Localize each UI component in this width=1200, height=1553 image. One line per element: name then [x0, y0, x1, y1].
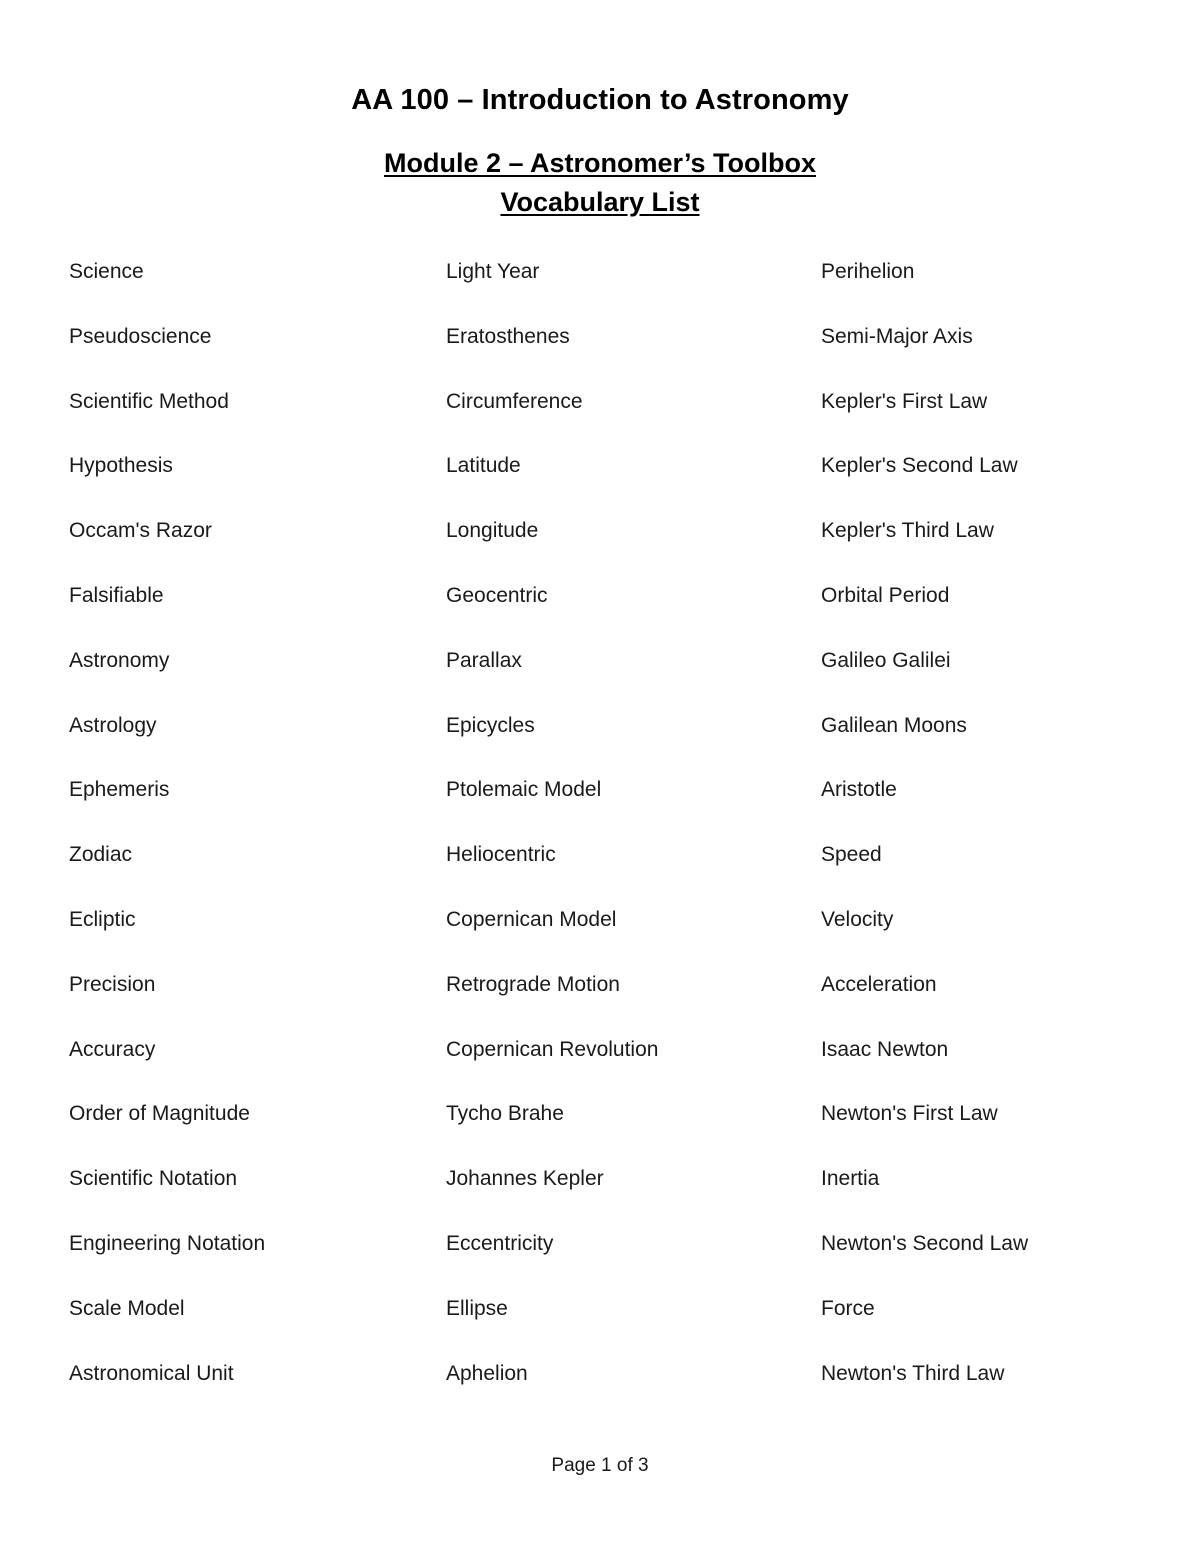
- vocabulary-term: Newton's First Law: [821, 1102, 998, 1126]
- vocabulary-term: Ephemeris: [69, 778, 170, 802]
- page-number-footer: Page 1 of 3: [551, 1455, 649, 1476]
- vocabulary-term: Astronomical Unit: [69, 1361, 234, 1385]
- vocabulary-term: Isaac Newton: [821, 1037, 949, 1061]
- vocabulary-term: Ecliptic: [69, 907, 136, 931]
- vocabulary-term: Orbital Period: [821, 583, 950, 607]
- vocabulary-term: Epicycles: [446, 713, 535, 737]
- vocabulary-term: Light Year: [446, 260, 540, 283]
- vocabulary-term: Circumference: [446, 389, 583, 413]
- vocabulary-term: Zodiac: [69, 843, 133, 867]
- vocabulary-term: Semi-Major Axis: [821, 324, 973, 348]
- vocabulary-term: Longitude: [446, 519, 539, 543]
- vocabulary-term: Galileo Galilei: [821, 648, 951, 672]
- vocabulary-term: Order of Magnitude: [69, 1102, 250, 1126]
- vocabulary-term: Kepler's Third Law: [821, 519, 994, 543]
- document-title: AA 100 – Introduction to Astronomy: [351, 84, 849, 117]
- vocabulary-term: Newton's Third Law: [821, 1361, 1005, 1385]
- vocabulary-term: Accuracy: [69, 1037, 156, 1061]
- vocabulary-term: Astronomy: [69, 648, 170, 672]
- vocabulary-term: Retrograde Motion: [446, 972, 620, 996]
- vocabulary-column-3: Perihelion Semi-Major Axis Kepler's First …: [821, 259, 1191, 1425]
- vocabulary-term: Copernican Revolution: [446, 1037, 659, 1061]
- vocabulary-term: Heliocentric: [446, 843, 556, 867]
- vocabulary-column-1: Science Pseudoscience Scientific Method Hyp…: [69, 259, 439, 1425]
- module-subtitle: Module 2 – Astronomer’s Toolbox: [383, 148, 817, 178]
- vocabulary-term: Science: [69, 260, 144, 283]
- vocabulary-term: Latitude: [446, 454, 521, 478]
- vocabulary-term: Astrology: [69, 713, 157, 737]
- vocabulary-term: Parallax: [446, 648, 522, 672]
- vocabulary-term: Ptolemaic Model: [446, 778, 602, 802]
- vocabulary-term: Aristotle: [821, 778, 897, 802]
- vocabulary-list-subtitle: Vocabulary List: [500, 187, 700, 218]
- vocabulary-grid: Science Pseudoscience Scientific Method Hyp…: [0, 259, 1200, 1399]
- vocabulary-term: Scientific Notation: [69, 1167, 238, 1191]
- vocabulary-term: Newton's Second Law: [821, 1231, 1029, 1255]
- vocabulary-term: Speed: [821, 843, 882, 867]
- vocabulary-term: Galilean Moons: [821, 713, 967, 737]
- vocabulary-term: Eratosthenes: [446, 324, 570, 348]
- vocabulary-term: Geocentric: [446, 583, 548, 607]
- vocabulary-term: Inertia: [821, 1167, 880, 1191]
- document-page: AA 100 – Introduction to Astronomy Modul…: [0, 0, 1200, 1553]
- vocabulary-term: Velocity: [821, 907, 894, 931]
- vocabulary-term: Kepler's First Law: [821, 389, 988, 413]
- vocabulary-term: Engineering Notation: [69, 1231, 266, 1255]
- vocabulary-term: Eccentricity: [446, 1231, 554, 1255]
- vocabulary-term: Johannes Kepler: [446, 1167, 604, 1191]
- vocabulary-term: Copernican Model: [446, 907, 617, 931]
- vocabulary-term: Acceleration: [821, 972, 937, 996]
- vocabulary-term: Pseudoscience: [69, 324, 212, 348]
- vocabulary-term: Ellipse: [446, 1296, 508, 1320]
- vocabulary-term: Occam's Razor: [69, 519, 212, 543]
- vocabulary-term: Tycho Brahe: [446, 1102, 564, 1126]
- document-subtitle-block: Module 2 – Astronomer’s Toolbox Vocabula…: [0, 144, 1200, 222]
- vocabulary-term: Kepler's Second Law: [821, 454, 1018, 478]
- vocabulary-term: Precision: [69, 972, 156, 996]
- vocabulary-term: Falsifiable: [69, 583, 164, 607]
- vocabulary-term: Hypothesis: [69, 454, 173, 478]
- vocabulary-term: Scientific Method: [69, 389, 229, 413]
- vocabulary-column-2: Light Year Eratosthenes Circumference Latit…: [446, 259, 816, 1425]
- vocabulary-term: Scale Model: [69, 1296, 185, 1320]
- vocabulary-term: Aphelion: [446, 1361, 528, 1385]
- vocabulary-term: Perihelion: [821, 260, 915, 283]
- vocabulary-term: Force: [821, 1296, 875, 1320]
